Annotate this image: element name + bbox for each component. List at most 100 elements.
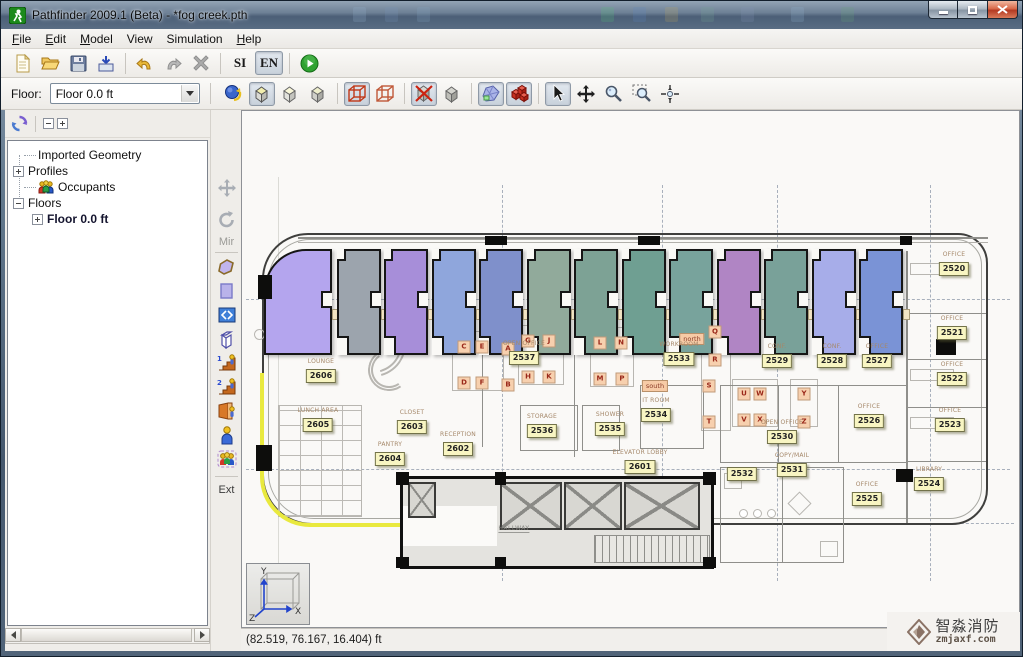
show-objects-button[interactable] xyxy=(506,82,532,106)
combo-arrow-button[interactable] xyxy=(181,85,198,102)
floor-select[interactable]: Floor 0.0 ft xyxy=(50,83,200,104)
wire-cube-icon xyxy=(375,84,395,103)
restore-button[interactable] xyxy=(958,1,987,19)
occupant-room-12[interactable] xyxy=(812,249,856,355)
show-floors-button[interactable] xyxy=(478,82,504,106)
scroll-left-button[interactable] xyxy=(5,628,21,642)
tree-item-profiles[interactable]: Profiles xyxy=(13,163,68,179)
room-label-2605: LUNCH AREA2605 xyxy=(298,407,339,432)
watermark-logo-icon xyxy=(907,619,931,645)
expander-icon[interactable] xyxy=(32,214,43,225)
occupant-room-11[interactable] xyxy=(764,249,808,355)
mirror-tool[interactable]: Mir xyxy=(211,236,242,248)
extrude-mode-button[interactable]: Ext xyxy=(211,484,242,496)
zoom-to-point-button[interactable] xyxy=(657,82,683,106)
menu-view[interactable]: View xyxy=(120,30,160,48)
import-button[interactable] xyxy=(93,51,119,75)
drawing-canvas[interactable]: OFFICE2520OFFICE2521OFFICE2522OFFICE2523… xyxy=(241,110,1020,628)
pan-tool-button[interactable] xyxy=(573,82,599,106)
tree-item-imported-geometry[interactable]: Imported Geometry xyxy=(24,147,141,163)
wall xyxy=(906,313,986,314)
wireframe-button[interactable] xyxy=(344,82,370,106)
expand-all-button[interactable] xyxy=(57,118,68,129)
units-si-button[interactable]: SI xyxy=(227,51,253,75)
zoom-tool-button[interactable] xyxy=(601,82,627,106)
menu-simulation[interactable]: Simulation xyxy=(160,30,230,48)
add-occupant-group-tool[interactable] xyxy=(211,450,242,468)
polygon-room-tool[interactable] xyxy=(211,258,242,276)
delete-button[interactable] xyxy=(188,51,214,75)
occupant-room-8[interactable] xyxy=(622,249,666,355)
occupant-room-10[interactable] xyxy=(717,249,761,355)
rotate-object-tool[interactable] xyxy=(211,210,242,229)
background-ghost-icon xyxy=(385,7,398,22)
tree-toolbar xyxy=(5,110,210,138)
stairs-one-tool[interactable]: 1 xyxy=(211,354,242,372)
menu-help[interactable]: Help xyxy=(230,30,269,48)
occupant-room-2[interactable] xyxy=(337,249,381,355)
refresh-tree-icon[interactable] xyxy=(11,115,28,132)
occupant-room-1[interactable] xyxy=(264,249,332,355)
person-icon xyxy=(219,426,235,445)
room-label-2522: OFFICE2522 xyxy=(937,361,967,386)
menu-edit[interactable]: Edit xyxy=(38,30,73,48)
top-view-button[interactable] xyxy=(305,82,331,106)
rectangle-room-tool[interactable] xyxy=(211,282,242,300)
occupant-room-3[interactable] xyxy=(384,249,428,355)
new-file-icon xyxy=(14,54,31,73)
zoom-box-tool-button[interactable] xyxy=(629,82,655,106)
delete-x-icon xyxy=(193,55,209,71)
expander-icon[interactable] xyxy=(13,166,24,177)
desk-label-C: C xyxy=(458,341,471,354)
hide-geometry-button[interactable] xyxy=(411,82,437,106)
desk-label-P: P xyxy=(616,373,629,386)
collapse-all-button[interactable] xyxy=(43,118,54,129)
expander-icon[interactable] xyxy=(13,198,24,209)
close-button[interactable] xyxy=(987,1,1018,19)
scroll-right-button[interactable] xyxy=(194,628,210,642)
units-en-button[interactable]: EN xyxy=(255,51,283,75)
select-tool-button[interactable] xyxy=(545,82,571,106)
add-occupant-tool[interactable] xyxy=(211,426,242,445)
room-label-2534: IT ROOM2534 xyxy=(641,397,671,422)
app-icon xyxy=(9,7,26,24)
ortho-view-button[interactable] xyxy=(277,82,303,106)
tree-item-floor-0[interactable]: Floor 0.0 ft xyxy=(32,211,108,227)
undo-button[interactable] xyxy=(132,51,158,75)
desk-label-N: N xyxy=(615,337,628,350)
pan-arrows-icon xyxy=(576,84,596,104)
occupant-room-4[interactable] xyxy=(432,249,476,355)
redo-button[interactable] xyxy=(160,51,186,75)
polygon-icon xyxy=(217,258,236,276)
reset-camera-button[interactable] xyxy=(221,82,247,106)
move-object-tool[interactable] xyxy=(211,178,242,198)
hallway-label: HALLWAY xyxy=(498,525,529,533)
extrude-shape-tool[interactable] xyxy=(211,330,242,349)
new-file-button[interactable] xyxy=(9,51,35,75)
tree-item-floors[interactable]: Floors xyxy=(13,195,61,211)
perspective-view-button[interactable] xyxy=(249,82,275,106)
tree-item-occupants[interactable]: Occupants xyxy=(24,179,115,195)
cube-icon xyxy=(252,85,271,103)
desk-label-R: R xyxy=(709,354,722,367)
room-label-2527: OFFICE2527 xyxy=(862,343,892,368)
show-geometry-button[interactable] xyxy=(439,82,465,106)
door-tool[interactable] xyxy=(211,306,242,324)
solid-render-button[interactable] xyxy=(372,82,398,106)
save-button[interactable] xyxy=(65,51,91,75)
elevator-shaft xyxy=(500,482,562,530)
menu-model[interactable]: Model xyxy=(73,30,120,48)
desk-label-K: K xyxy=(543,371,556,384)
desk-label-T: T xyxy=(703,416,716,429)
stairs-two-tool[interactable]: 2 xyxy=(211,378,242,396)
orbit-icon xyxy=(224,84,243,103)
scrollbar-thumb[interactable] xyxy=(21,628,192,642)
exit-door-tool[interactable] xyxy=(211,402,242,421)
menu-file[interactable]: File xyxy=(5,30,38,48)
open-file-button[interactable] xyxy=(37,51,63,75)
door-icon xyxy=(218,306,236,324)
run-simulation-button[interactable] xyxy=(296,51,322,75)
occupant-room-13[interactable] xyxy=(859,249,903,355)
title-bar[interactable]: Pathfinder 2009.1 (Beta) - *fog creek.pt… xyxy=(1,1,1023,29)
minimize-button[interactable] xyxy=(928,1,958,19)
